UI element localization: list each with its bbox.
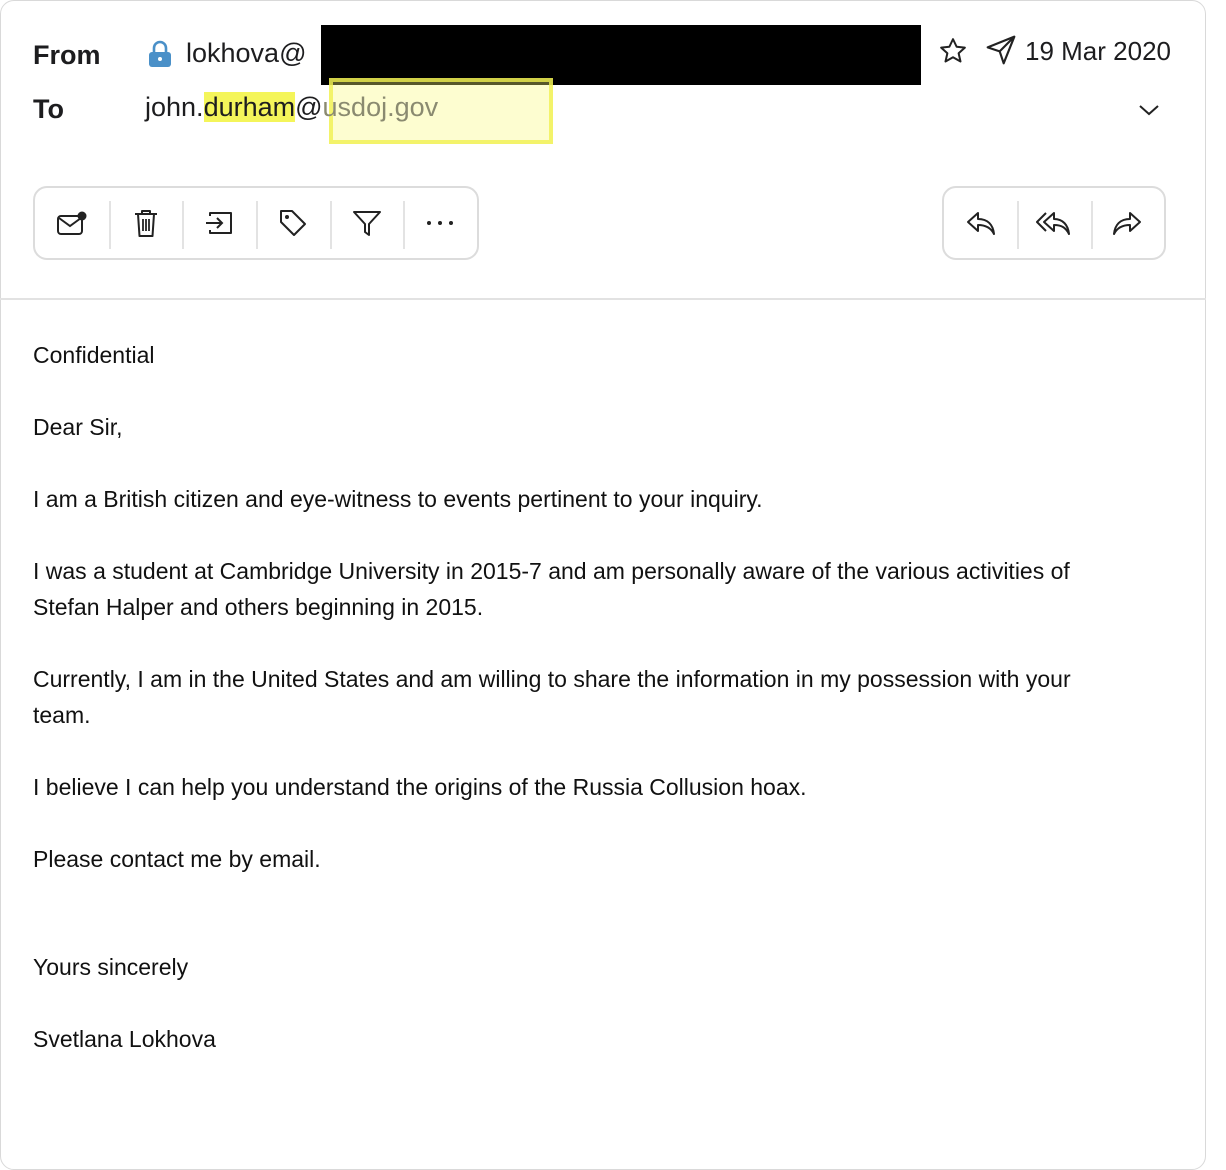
- body-paragraph-confidential: Confidential: [33, 342, 155, 368]
- to-address-highlight: durham: [203, 92, 296, 122]
- body-paragraph-student-line1: I was a student at Cambridge University …: [33, 558, 1070, 584]
- delete-button[interactable]: [108, 197, 183, 249]
- star-icon[interactable]: [938, 36, 968, 66]
- mark-unread-button[interactable]: [35, 197, 109, 249]
- body-paragraph-believe: I believe I can help you understand the …: [33, 774, 807, 800]
- body-closing: Yours sincerely: [33, 954, 189, 980]
- lock-icon: [149, 40, 171, 67]
- body-paragraph-intro: I am a British citizen and eye-witness t…: [33, 486, 763, 512]
- reply-all-icon: [1035, 212, 1070, 235]
- to-address-at: @: [295, 92, 323, 122]
- filter-button[interactable]: [329, 197, 404, 249]
- tag-icon: [279, 210, 306, 236]
- toolbar-reply: [942, 186, 1166, 260]
- label-button[interactable]: [256, 197, 330, 249]
- forward-button[interactable]: [1090, 197, 1164, 249]
- to-address-domain: usdoj.gov: [322, 92, 439, 122]
- body-paragraph-currently-line1: Currently, I am in the United States and…: [33, 666, 1071, 692]
- reply-icon: [966, 212, 995, 235]
- header-divider: [0, 298, 1206, 300]
- redaction-bar: [321, 25, 921, 85]
- body-paragraph-salutation: Dear Sir,: [33, 414, 123, 440]
- body-paragraph-contact: Please contact me by email.: [33, 846, 321, 872]
- toolbar-actions: [33, 186, 479, 260]
- filter-icon: [352, 211, 381, 236]
- from-address[interactable]: lokhova@: [186, 38, 306, 69]
- to-label: To: [33, 94, 64, 124]
- more-icon: [427, 221, 454, 225]
- move-icon: [206, 212, 233, 234]
- forward-icon: [1113, 212, 1142, 235]
- more-button[interactable]: [403, 197, 477, 249]
- move-button[interactable]: [182, 197, 256, 249]
- mark-unread-icon: [56, 211, 87, 235]
- body-paragraph-student-line2: Stefan Halper and others beginning in 20…: [33, 594, 484, 620]
- sent-icon: [986, 35, 1016, 65]
- email-date: 19 Mar 2020: [1025, 36, 1171, 66]
- to-address[interactable]: john.durham@usdoj.gov: [145, 92, 438, 123]
- chevron-down-icon[interactable]: [1137, 100, 1161, 120]
- from-label: From: [33, 40, 101, 70]
- trash-icon: [134, 210, 157, 237]
- to-address-user: john.: [145, 92, 204, 122]
- reply-all-button[interactable]: [1017, 197, 1090, 249]
- body-signature: Svetlana Lokhova: [33, 1026, 216, 1052]
- reply-button[interactable]: [944, 197, 1017, 249]
- body-paragraph-currently-line2: team.: [33, 702, 91, 728]
